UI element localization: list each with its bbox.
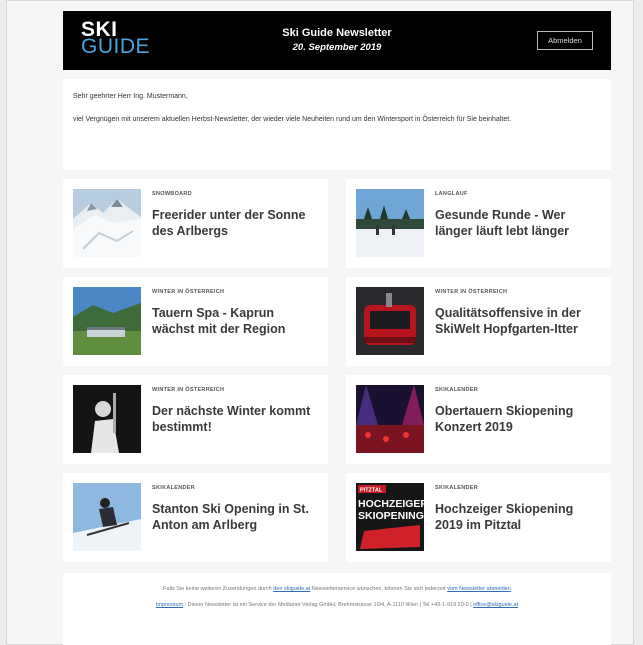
poster-line2-text: SKIOPENING xyxy=(358,510,424,522)
impressum-text: : Dieser Newsletter ist ein Service der … xyxy=(184,602,472,608)
article-category: SKIKALENDER xyxy=(435,387,479,393)
skiguide-link[interactable]: den skiguide.at xyxy=(273,586,310,592)
gondola-image[interactable] xyxy=(356,287,424,355)
article-card[interactable]: WINTER IN ÖSTERREICH Tauern Spa - Kaprun… xyxy=(63,277,328,366)
spa-building-image[interactable] xyxy=(73,287,141,355)
article-title[interactable]: Gesunde Runde - Wer länger läuft lebt lä… xyxy=(435,207,601,239)
article-category: WINTER IN ÖSTERREICH xyxy=(435,289,508,295)
article-category: LANGLAUF xyxy=(435,191,468,197)
article-title[interactable]: Qualitätsoffensive in der SkiWelt Hopfga… xyxy=(435,305,601,337)
footer-line1-mid: Newsletterservice wünschen, können Sie s… xyxy=(311,586,446,592)
cross-country-image[interactable] xyxy=(356,189,424,257)
article-card[interactable]: SKIKALENDER Stanton Ski Opening in St. A… xyxy=(63,473,328,562)
article-title[interactable]: Der nächste Winter kommt bestimmt! xyxy=(152,403,318,435)
newsletter-header: SKI GUIDE Ski Guide Newsletter 20. Septe… xyxy=(63,11,611,70)
footer-impressum: Impressum : Dieser Newsletter ist ein Se… xyxy=(83,601,591,609)
article-category: WINTER IN ÖSTERREICH xyxy=(152,289,225,295)
email-frame: SKI GUIDE Ski Guide Newsletter 20. Septe… xyxy=(6,0,634,645)
article-card[interactable]: PITZTAL HOCHZEIGER SKIOPENING SKIKALENDE… xyxy=(346,473,611,562)
article-title[interactable]: Stanton Ski Opening in St. Anton am Arlb… xyxy=(152,501,318,533)
ski-jump-image[interactable] xyxy=(73,483,141,551)
hochzeiger-poster-image[interactable]: PITZTAL HOCHZEIGER SKIOPENING xyxy=(356,483,424,551)
greeting-text: Sehr geehrter Herr Ing. Mustermann, xyxy=(73,93,188,100)
newsletter-date: 20. September 2019 xyxy=(292,42,382,53)
poster-top-text: PITZTAL xyxy=(360,488,383,494)
unsubscribe-button[interactable]: Abmelden xyxy=(537,31,593,50)
article-card[interactable]: WINTER IN ÖSTERREICH Qualitätsoffensive … xyxy=(346,277,611,366)
snowy-mountain-image[interactable] xyxy=(73,189,141,257)
article-grid: SNOWBOARD Freerider unter der Sonne des … xyxy=(63,179,611,562)
article-category: SKIKALENDER xyxy=(152,485,196,491)
article-category: SNOWBOARD xyxy=(152,191,192,197)
intro-box: Sehr geehrter Herr Ing. Mustermann, viel… xyxy=(63,79,611,170)
footer-unsubscribe-text: Falls Sie keine weiteren Zusendungen dur… xyxy=(83,585,591,593)
article-card[interactable]: LANGLAUF Gesunde Runde - Wer länger läuf… xyxy=(346,179,611,268)
skier-bw-image[interactable] xyxy=(73,385,141,453)
article-title[interactable]: Obertauern Skiopening Konzert 2019 xyxy=(435,403,601,435)
impressum-link[interactable]: Impressum xyxy=(156,602,183,608)
newsletter-container: SKI GUIDE Ski Guide Newsletter 20. Septe… xyxy=(63,11,611,645)
intro-text: viel Vergnügen mit unserem aktuellen Her… xyxy=(73,116,512,123)
unsubscribe-link[interactable]: vom Newsletter abmelden xyxy=(447,586,511,592)
newsletter-title: Ski Guide Newsletter xyxy=(282,27,392,39)
email-link[interactable]: office@skiguide.at xyxy=(473,602,518,608)
article-card[interactable]: SKIKALENDER Obertauern Skiopening Konzer… xyxy=(346,375,611,464)
article-category: WINTER IN ÖSTERREICH xyxy=(152,387,225,393)
footer-line1-pre: Falls Sie keine weiteren Zusendungen dur… xyxy=(163,586,272,592)
article-category: SKIKALENDER xyxy=(435,485,479,491)
article-card[interactable]: SNOWBOARD Freerider unter der Sonne des … xyxy=(63,179,328,268)
newsletter-footer: Falls Sie keine weiteren Zusendungen dur… xyxy=(63,573,611,645)
article-title[interactable]: Freerider unter der Sonne des Arlbergs xyxy=(152,207,318,239)
article-title[interactable]: Hochzeiger Skiopening 2019 im Pitztal xyxy=(435,501,601,533)
concert-image[interactable] xyxy=(356,385,424,453)
poster-line1-text: HOCHZEIGER xyxy=(358,498,424,510)
article-card[interactable]: WINTER IN ÖSTERREICH Der nächste Winter … xyxy=(63,375,328,464)
article-title[interactable]: Tauern Spa - Kaprun wächst mit der Regio… xyxy=(152,305,318,337)
